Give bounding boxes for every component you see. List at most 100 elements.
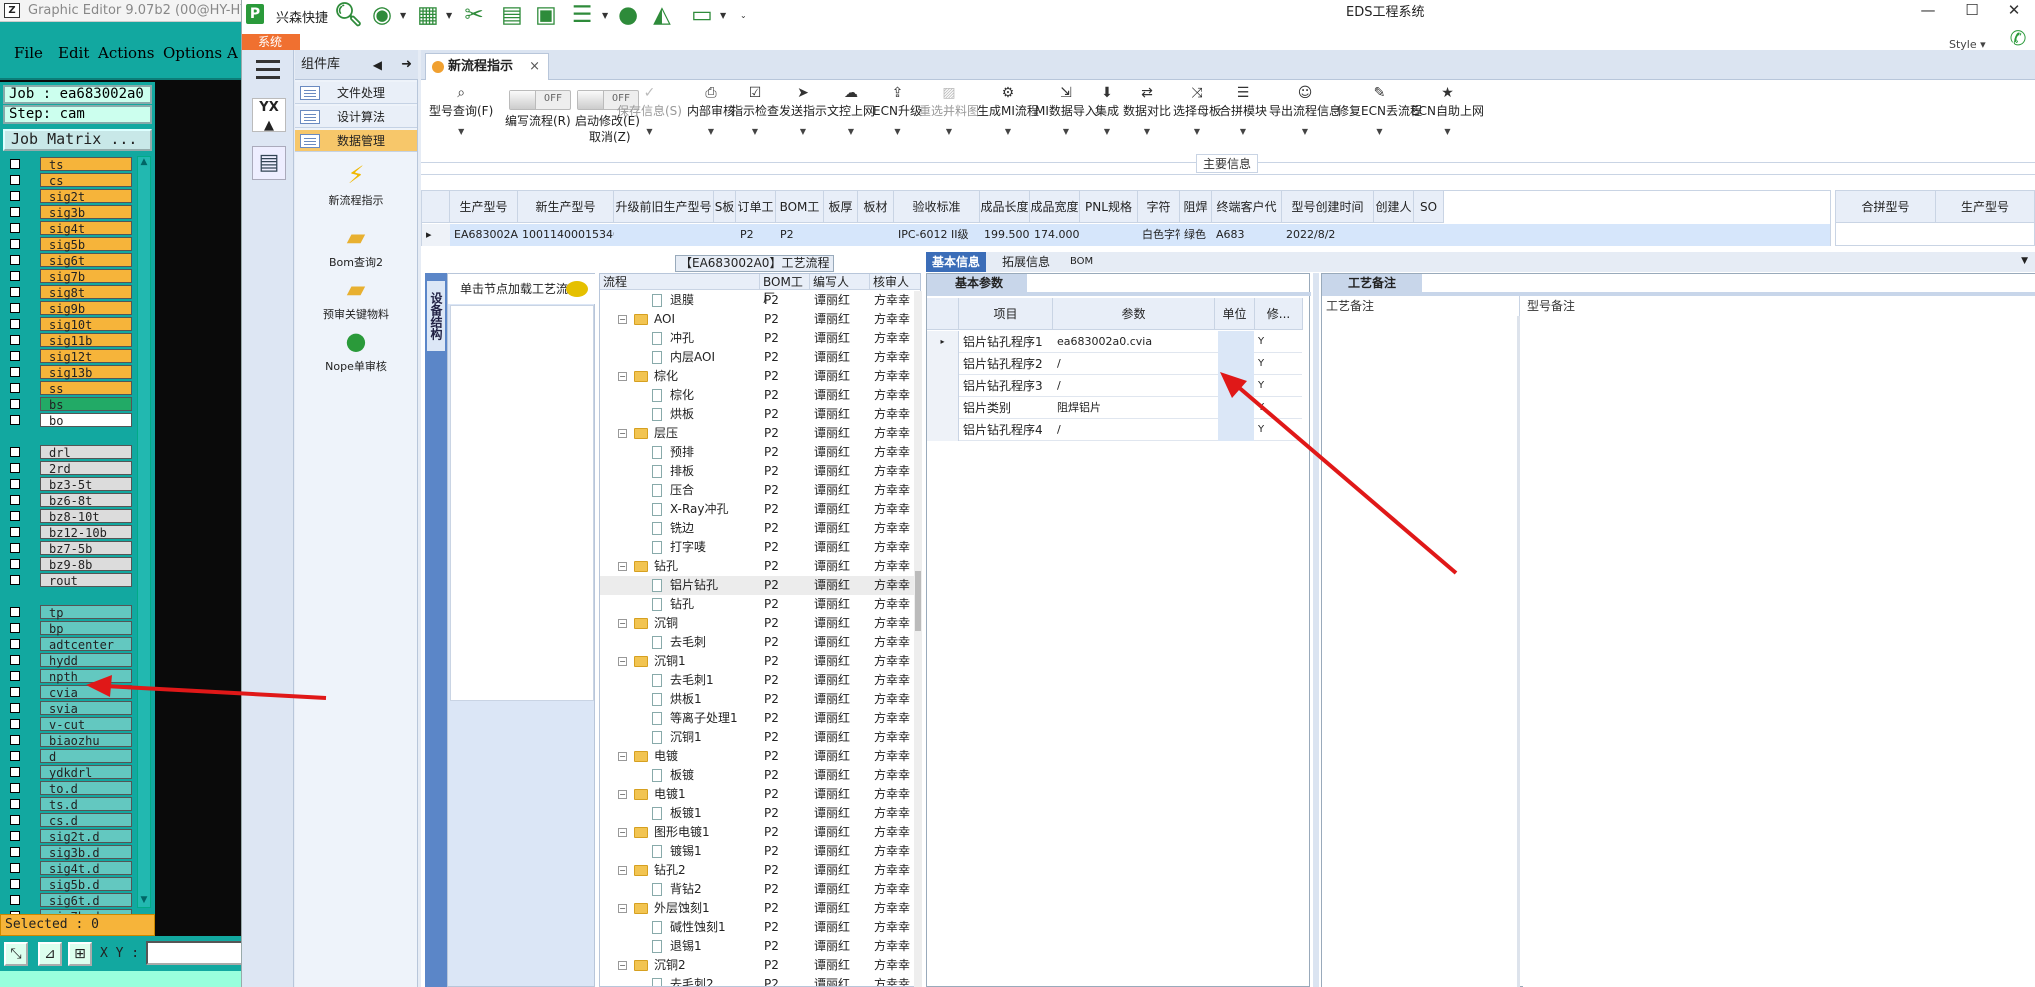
layer-name[interactable]: sig11b	[40, 333, 132, 348]
ribbon-button[interactable]: ☰ 合拼模块 ▼	[1219, 84, 1267, 136]
tree-row[interactable]: 冲孔P2谭丽红方幸幸已审核	[600, 329, 920, 348]
grid-cell[interactable]: IPC-6012 II级	[894, 224, 980, 246]
scroll-thumb[interactable]	[915, 571, 921, 631]
grid-cell[interactable]	[824, 224, 858, 246]
pin-icon[interactable]: ◀	[373, 50, 382, 80]
grid-header[interactable]: 验收标准	[894, 191, 980, 223]
grid-header[interactable]: 创建人	[1374, 191, 1414, 223]
layer-name[interactable]: sig4t	[40, 221, 132, 236]
tree-row[interactable]: 烘板P2谭丽红方幸幸已审核	[600, 405, 920, 424]
grid-cell[interactable]	[1374, 224, 1414, 246]
chevron-down-icon[interactable]: ▼	[446, 11, 452, 20]
grid-cell[interactable]: 174.000	[1030, 224, 1080, 246]
tree-header[interactable]: 编写人	[810, 274, 870, 290]
layer-checkbox[interactable]	[10, 767, 20, 777]
layer-name[interactable]: bz8-10t	[40, 509, 132, 524]
layer-checkbox[interactable]	[10, 895, 20, 905]
grid-header[interactable]: 阻焊	[1180, 191, 1212, 223]
globe-icon[interactable]: ◉	[368, 2, 396, 28]
param-row[interactable]: 铝片钻孔程序4 / Y	[927, 419, 1302, 441]
tree-row[interactable]: 内层AOIP2谭丽红方幸幸已审核	[600, 348, 920, 367]
layer-row[interactable]: to.d	[8, 781, 148, 796]
layer-checkbox[interactable]	[10, 175, 20, 185]
grid-header[interactable]: 合拼型号	[1836, 191, 1936, 223]
layer-checkbox[interactable]	[10, 527, 20, 537]
tree-row[interactable]: 退锡1P2谭丽红方幸幸已审核	[600, 937, 920, 956]
layer-row[interactable]: sig9b	[8, 301, 148, 316]
tree-row[interactable]: 铝片钻孔P2谭丽红方幸幸已审核	[600, 576, 920, 595]
chevron-down-icon[interactable]: ▼	[1269, 127, 1341, 136]
layer-checkbox[interactable]	[10, 575, 20, 585]
layer-row[interactable]: biaozhu	[8, 733, 148, 748]
layer-checkbox[interactable]	[10, 207, 20, 217]
nav-data-management[interactable]: 数据管理	[295, 130, 417, 152]
menu-file[interactable]: File	[14, 44, 43, 62]
system-tab[interactable]: 系统	[242, 34, 300, 50]
grid-cell[interactable]: 2022/8/2	[1282, 224, 1374, 246]
ribbon-button[interactable]: ⌕ 型号查询(F) ▼	[429, 84, 493, 136]
film-icon[interactable]: ▤	[498, 2, 526, 28]
collapse-icon[interactable]: −	[618, 828, 627, 837]
chevron-down-icon[interactable]: ▼	[429, 127, 493, 136]
chevron-down-icon[interactable]: ▼	[602, 11, 608, 20]
param-row[interactable]: 铝片类别 阻焊铝片 Y	[927, 397, 1302, 419]
layer-name[interactable]: bp	[40, 621, 132, 636]
layer-checkbox[interactable]	[10, 735, 20, 745]
ribbon-button[interactable]: ✓ 保存信息(S) ▼	[617, 84, 682, 136]
grid-cell[interactable]	[858, 224, 894, 246]
layer-checkbox[interactable]	[10, 351, 20, 361]
phone-icon[interactable]: ✆	[2004, 26, 2032, 50]
ribbon-button[interactable]: ⇪ ECN升级 ▼	[873, 84, 922, 136]
tree-header[interactable]: BOM工厂	[760, 274, 810, 305]
tree-row[interactable]: 镀锡1P2谭丽红方幸幸已审核	[600, 842, 920, 861]
layer-row[interactable]: v-cut	[8, 717, 148, 732]
collapse-icon[interactable]: −	[618, 866, 627, 875]
grid-cell[interactable]: P2	[736, 224, 776, 246]
col-header-mod[interactable]: 修...	[1255, 298, 1303, 330]
collapse-icon[interactable]: −	[618, 904, 627, 913]
chevron-down-icon[interactable]: ▼	[2021, 256, 2028, 266]
ribbon-button[interactable]: ⚙ 生成MI流程 ▼	[977, 84, 1039, 136]
layer-row[interactable]: sig3b.d	[8, 845, 148, 860]
collapse-icon[interactable]: −	[618, 429, 627, 438]
chevron-down-icon[interactable]: ▼	[1095, 127, 1119, 136]
grid-header[interactable]: 板材	[858, 191, 894, 223]
layer-checkbox[interactable]	[10, 607, 20, 617]
nav-design-algorithm[interactable]: 设计算法	[295, 106, 417, 128]
layer-row[interactable]: sig3b	[8, 205, 148, 220]
ribbon-button[interactable]: ⇲ MI数据导入 ▼	[1035, 84, 1097, 136]
collapse-icon[interactable]: −	[618, 961, 627, 970]
tree-row[interactable]: 背钻2P2谭丽红方幸幸已审核	[600, 880, 920, 899]
ribbon-button[interactable]: ⇄ 数据对比 ▼	[1123, 84, 1171, 136]
collapse-icon[interactable]: −	[618, 657, 627, 666]
collapse-icon[interactable]: −	[618, 562, 627, 571]
layer-name[interactable]: rout	[40, 573, 132, 588]
tab-new-process[interactable]: 新流程指示 ×	[425, 53, 549, 80]
grid-header[interactable]: 新生产型号	[518, 191, 614, 223]
window-icon[interactable]: ▭	[688, 2, 716, 28]
hamburger-icon[interactable]	[256, 60, 280, 80]
grid-header[interactable]: SO	[1414, 191, 1444, 223]
layer-name[interactable]: bz9-8b	[40, 557, 132, 572]
chevron-down-icon[interactable]: ▼	[977, 127, 1039, 136]
layer-row[interactable]: sig8t	[8, 285, 148, 300]
customize-icon[interactable]: ⌄	[740, 11, 747, 20]
tree-row[interactable]: X-Ray冲孔P2谭丽红方幸幸已审核	[600, 500, 920, 519]
tree-row[interactable]: −棕化P2谭丽红方幸幸已审核	[600, 367, 920, 386]
tree-row[interactable]: 等离子处理1P2谭丽红方幸幸已审核	[600, 709, 920, 728]
calculator-icon[interactable]: ▤	[252, 146, 286, 180]
layer-checkbox[interactable]	[10, 671, 20, 681]
layer-row[interactable]: sig2t.d	[8, 829, 148, 844]
sub-nope-review[interactable]: ● Nope单审核	[295, 326, 417, 374]
layer-name[interactable]: cvia	[40, 685, 132, 700]
write-process-toggle[interactable]: OFF	[509, 90, 571, 110]
panel-splitter[interactable]	[1313, 273, 1319, 987]
layer-checkbox[interactable]	[10, 623, 20, 633]
layer-name[interactable]: tp	[40, 605, 132, 620]
layer-row[interactable]: hydd	[8, 653, 148, 668]
grid-header[interactable]: BOM工厂	[776, 191, 824, 246]
collapse-icon[interactable]: −	[618, 372, 627, 381]
chevron-down-icon[interactable]: ▼	[779, 127, 827, 136]
chevron-down-icon[interactable]: ▼	[827, 127, 875, 136]
tree-row[interactable]: −电镀1P2谭丽红方幸幸已审核	[600, 785, 920, 804]
